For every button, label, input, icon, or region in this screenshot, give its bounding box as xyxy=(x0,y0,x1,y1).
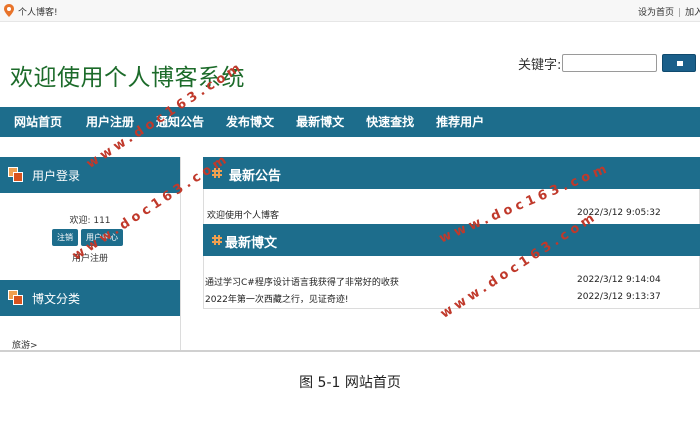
search-button[interactable] xyxy=(662,54,697,72)
nav-recommended-users[interactable]: 推荐用户 xyxy=(436,107,484,137)
notices-header: 最新公告 xyxy=(203,157,700,189)
main-nav: 网站首页 用户注册 通知公告 发布博文 最新博文 快速查找 推荐用户 xyxy=(0,107,700,137)
nav-home[interactable]: 网站首页 xyxy=(14,107,62,137)
search-label: 关键字: xyxy=(518,57,562,73)
top-bar: 个人博客! 设为首页 |加入收 xyxy=(0,0,700,22)
welcome-text: 个人博客! xyxy=(18,8,58,18)
location-pin-icon xyxy=(4,4,14,17)
page-bottom-border xyxy=(0,350,700,352)
nav-search[interactable]: 快速查找 xyxy=(366,107,414,137)
panel-icon xyxy=(8,167,23,182)
nav-latest-posts[interactable]: 最新博文 xyxy=(296,107,344,137)
panel-icon xyxy=(8,290,23,305)
browser-screenshot: 个人博客! 设为首页|加入收 欢迎使用个人博客系统 关键字: 网站首页 用户注册… xyxy=(0,0,700,352)
add-favorite-link[interactable]: 加入收 xyxy=(685,8,700,18)
set-homepage-link[interactable]: 设为首页 xyxy=(638,8,674,18)
hash-icon xyxy=(212,235,222,245)
post-item[interactable]: 通过学习C#程序设计语言我获得了非常好的收获 xyxy=(205,275,399,288)
top-links: 设为首页 |加入收 xyxy=(638,5,700,18)
figure-caption: 图 5-1 网站首页 xyxy=(299,375,401,391)
login-panel-title: 用户登录 xyxy=(32,169,81,183)
nav-publish[interactable]: 发布博文 xyxy=(226,107,274,137)
post-date: 2022/3/12 9:14:04 xyxy=(577,275,661,285)
category-panel-title: 博文分类 xyxy=(32,292,81,306)
post-item[interactable]: 2022年第一次西藏之行，见证奇迹! xyxy=(205,292,349,305)
notice-item[interactable]: 欢迎使用个人博客 xyxy=(207,208,279,221)
post-date: 2022/3/12 9:13:37 xyxy=(577,292,661,302)
logout-button[interactable]: 注销 xyxy=(52,229,78,246)
search-bar: 关键字: xyxy=(518,53,697,73)
link-separator: | xyxy=(678,8,682,18)
category-panel-header: 博文分类 xyxy=(0,280,180,316)
posts-title: 最新博文 xyxy=(225,236,278,251)
search-button-icon xyxy=(677,61,684,66)
notices-title: 最新公告 xyxy=(229,169,282,184)
search-input[interactable] xyxy=(562,54,658,72)
